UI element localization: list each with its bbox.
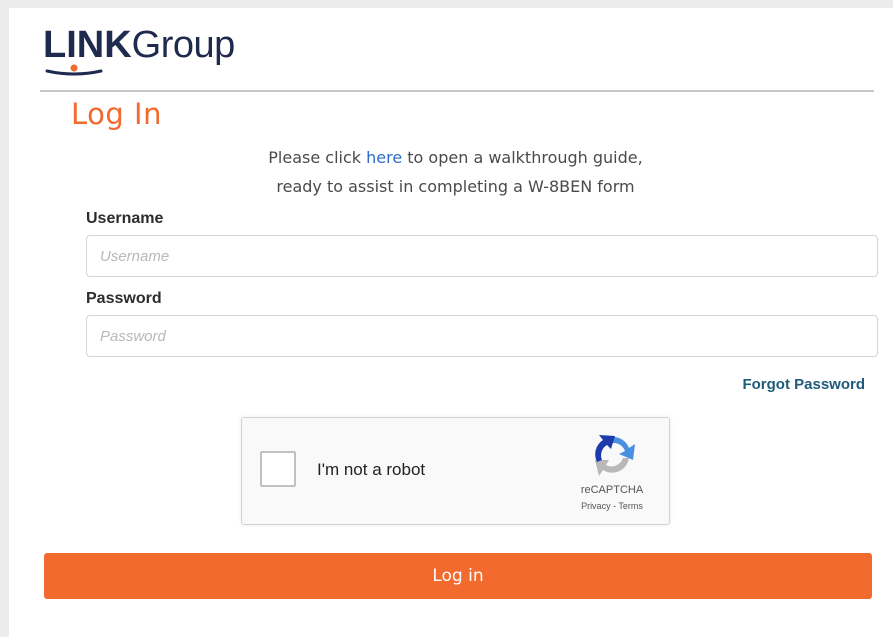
intro-line-2: ready to assist in completing a W-8BEN f…	[276, 177, 635, 196]
login-button[interactable]: Log in	[44, 553, 872, 599]
forgot-password-link[interactable]: Forgot Password	[742, 376, 865, 393]
logo-wordmark: LINKGroup	[43, 22, 235, 68]
link-group-logo: LINKGroup	[43, 22, 283, 84]
walkthrough-guide-link[interactable]: here	[366, 148, 402, 167]
top-window-strip	[0, 0, 893, 8]
recaptcha-checkbox[interactable]	[260, 451, 296, 487]
username-label: Username	[86, 210, 164, 227]
recaptcha-label: I'm not a robot	[317, 460, 426, 479]
logo-swoosh-icon	[45, 64, 103, 76]
page-title: Log In	[71, 97, 162, 131]
recaptcha-brand: reCAPTCHA	[580, 484, 644, 496]
header-divider	[40, 90, 874, 92]
logo-wordmark-regular: Group	[131, 24, 236, 66]
recaptcha-terms-link[interactable]: Terms	[618, 501, 643, 511]
walkthrough-guide-text: Please click here to open a walkthrough …	[170, 143, 741, 201]
intro-prefix: Please click	[268, 148, 367, 167]
intro-suffix: to open a walkthrough guide,	[402, 148, 643, 167]
username-input[interactable]	[86, 235, 878, 277]
recaptcha-privacy-link[interactable]: Privacy	[581, 501, 611, 511]
recaptcha-logo-icon	[595, 435, 635, 476]
left-window-strip	[0, 0, 9, 637]
logo-wordmark-bold: LINK	[43, 24, 132, 66]
recaptcha-links: Privacy - Terms	[562, 501, 662, 511]
password-input[interactable]	[86, 315, 878, 357]
password-label: Password	[86, 290, 162, 307]
recaptcha-widget: I'm not a robot reCAPTCHA Privacy - Term…	[241, 417, 670, 525]
